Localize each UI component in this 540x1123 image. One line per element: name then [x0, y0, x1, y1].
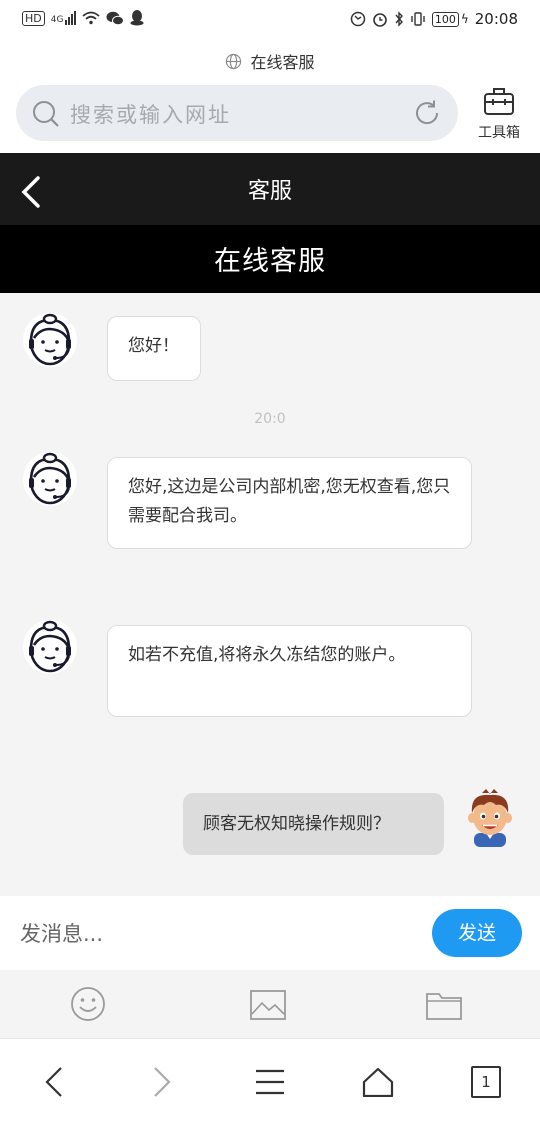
chat-area[interactable]: 您好！ 20:0 您好,这边是公司内部机密,您无权查看,您只需要配合我司。 如若…: [0, 293, 540, 896]
message-text: 您好,这边是公司内部机密,您无权查看,您只需要配合我司。: [128, 477, 451, 526]
message-text: 您好！: [128, 336, 179, 356]
agent-message-bubble: 您好！: [107, 316, 201, 381]
service-banner: 在线客服: [0, 225, 540, 293]
customer-service-agent-icon: [23, 620, 77, 674]
home-button[interactable]: [353, 1057, 403, 1107]
image-icon[interactable]: [250, 990, 286, 1020]
folder-icon[interactable]: [426, 990, 462, 1020]
customer-service-agent-icon: [23, 313, 77, 367]
message-text: 如若不充值,将将永久冻结您的账户。: [128, 645, 406, 665]
search-placeholder: 搜索或输入网址: [70, 103, 231, 127]
refresh-icon[interactable]: [412, 98, 442, 128]
status-time: 20:08: [474, 10, 518, 28]
charging-icon: ϟ: [460, 12, 469, 26]
message-text: 顾客无权知晓操作规则？: [203, 814, 390, 834]
agent-message-bubble: 您好,这边是公司内部机密,您无权查看,您只需要配合我司。: [107, 457, 472, 549]
address-search-bar[interactable]: 搜索或输入网址: [16, 85, 458, 141]
agent-avatar: [22, 619, 78, 679]
status-left-icons: HD 4G: [22, 10, 144, 26]
forward-button[interactable]: [137, 1057, 187, 1107]
agent-avatar: [22, 451, 78, 511]
page-title: 客服: [247, 179, 292, 204]
status-right-icons: 100 ϟ 20:08: [350, 10, 518, 28]
chevron-right-icon: [154, 1067, 171, 1097]
attachment-toolbar: [0, 970, 540, 1038]
home-icon: [362, 1067, 394, 1097]
cartoon-boy-avatar-icon: [468, 789, 512, 847]
4g-signal-icon: 4G: [51, 11, 77, 25]
menu-icon: [256, 1069, 284, 1095]
user-avatar: [460, 787, 520, 851]
menu-button[interactable]: [245, 1057, 295, 1107]
hd-icon: HD: [22, 10, 45, 26]
tab-count: 1: [481, 1073, 491, 1091]
qq-icon: [130, 10, 144, 26]
customer-service-agent-icon: [23, 452, 77, 506]
wifi-icon: [82, 11, 101, 25]
vibrate-icon: [411, 12, 425, 26]
emoji-icon[interactable]: [70, 986, 106, 1022]
send-button[interactable]: 发送: [432, 909, 522, 957]
toolbox-button[interactable]: 工具箱: [470, 86, 528, 146]
alarm-icon: [373, 13, 387, 27]
toolbox-icon: [484, 88, 514, 115]
tabs-icon: 1: [471, 1066, 501, 1098]
agent-message-bubble: 如若不充值,将将永久冻结您的账户。: [107, 625, 472, 717]
toolbox-label: 工具箱: [478, 125, 520, 141]
page-url-title[interactable]: 在线客服: [0, 46, 540, 76]
hd-call-icon: [350, 11, 366, 27]
status-bar: HD 4G 100 ϟ 20:08: [0, 0, 540, 42]
battery-icon: 100: [431, 11, 459, 27]
tabs-button[interactable]: 1: [461, 1057, 511, 1107]
message-composer: 发送: [0, 896, 540, 970]
chat-timestamp: 20:0: [254, 411, 286, 427]
wechat-icon: [106, 11, 125, 25]
service-banner-title: 在线客服: [214, 246, 326, 277]
chevron-left-icon: [45, 1067, 62, 1097]
back-button[interactable]: [29, 1057, 79, 1107]
page-url-text: 在线客服: [250, 53, 315, 72]
search-icon: [33, 101, 59, 127]
message-input[interactable]: [18, 914, 402, 954]
agent-avatar: [22, 312, 78, 372]
bluetooth-icon: [395, 11, 403, 27]
page-header: 客服: [0, 153, 540, 225]
user-message-bubble: 顾客无权知晓操作规则？: [183, 793, 444, 855]
globe-icon: [226, 53, 242, 69]
browser-navigation-bar: 1: [0, 1038, 540, 1123]
